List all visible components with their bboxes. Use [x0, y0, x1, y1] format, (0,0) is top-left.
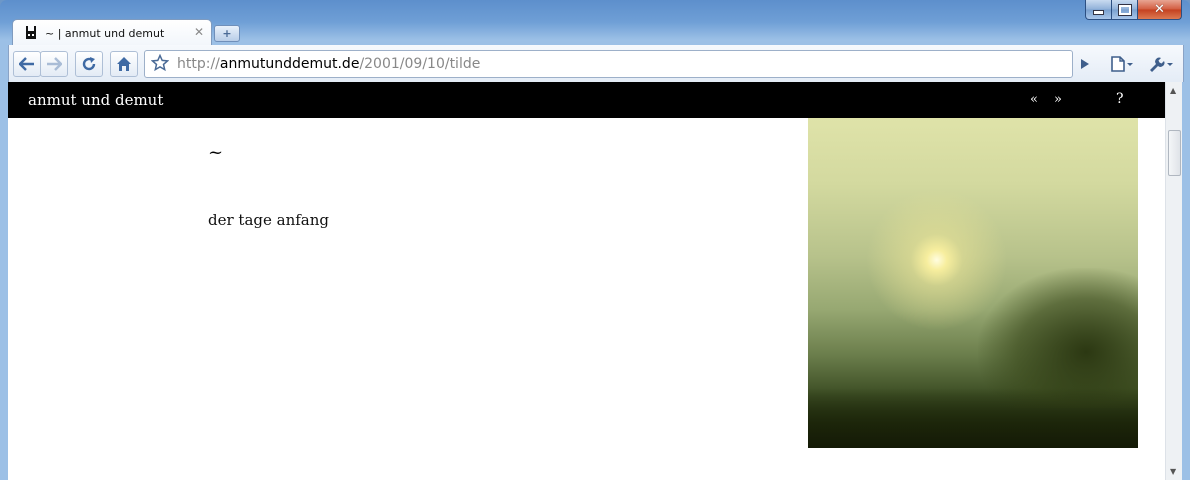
play-icon [1081, 59, 1089, 69]
url-path: /2001/09/10/tilde [359, 56, 481, 72]
scroll-up-icon[interactable]: ▲ [1170, 86, 1176, 95]
reload-button[interactable] [75, 51, 103, 77]
site-header: anmut und demut « » ? [8, 82, 1165, 118]
wrench-menu-button[interactable] [1145, 53, 1177, 75]
post-title: ~ [208, 142, 224, 163]
rabbit-favicon-icon [26, 26, 36, 39]
go-button[interactable] [1074, 53, 1096, 75]
new-tab-button[interactable]: + [214, 25, 240, 42]
reload-icon [82, 57, 96, 71]
home-icon [117, 57, 131, 71]
url-scheme: http:// [177, 56, 220, 72]
address-bar[interactable]: http://anmutunddemut.de/2001/09/10/tilde [144, 50, 1073, 78]
browser-window: ✕ ~ | anmut und demut ✕ + http://anmutun… [0, 0, 1190, 480]
page-viewport: anmut und demut « » ? ~ der tage anfang … [8, 82, 1182, 480]
page-icon [1111, 56, 1133, 72]
wrench-icon [1150, 57, 1173, 72]
photo-bush [978, 268, 1138, 408]
close-window-button[interactable]: ✕ [1138, 0, 1182, 20]
home-button[interactable] [110, 51, 138, 77]
window-controls: ✕ [1085, 0, 1182, 20]
vertical-scrollbar[interactable]: ▲ ▼ [1165, 82, 1182, 480]
next-post-link[interactable]: » [1054, 92, 1062, 107]
minimize-button[interactable] [1085, 0, 1112, 20]
close-icon: ✕ [1154, 2, 1165, 17]
foggy-sunrise-photo [808, 118, 1138, 448]
star-icon[interactable] [151, 54, 169, 72]
minimize-icon [1093, 10, 1104, 15]
browser-toolbar: http://anmutunddemut.de/2001/09/10/tilde [8, 45, 1184, 82]
previous-post-link[interactable]: « [1030, 92, 1038, 107]
forward-arrow-icon [47, 57, 62, 71]
url-host: anmutunddemut.de [219, 56, 360, 72]
tab-title: ~ | anmut und demut [45, 27, 165, 40]
back-button[interactable] [13, 51, 41, 77]
plus-icon: + [222, 27, 232, 40]
help-link[interactable]: ? [1116, 91, 1124, 107]
maximize-button[interactable] [1112, 0, 1138, 20]
site-title-link[interactable]: anmut und demut [28, 91, 163, 109]
scrollbar-thumb[interactable] [1168, 130, 1181, 176]
post-text: der tage anfang [208, 211, 329, 229]
url-text[interactable]: http://anmutunddemut.de/2001/09/10/tilde [177, 56, 480, 72]
scroll-down-icon[interactable]: ▼ [1170, 467, 1176, 476]
forward-button[interactable] [40, 51, 68, 77]
maximize-icon [1117, 3, 1132, 16]
page-menu-button[interactable] [1107, 53, 1137, 75]
back-arrow-icon [19, 57, 34, 71]
browser-tab[interactable]: ~ | anmut und demut ✕ [12, 19, 212, 46]
photo-ground [808, 388, 1138, 448]
tab-close-icon[interactable]: ✕ [194, 25, 204, 39]
